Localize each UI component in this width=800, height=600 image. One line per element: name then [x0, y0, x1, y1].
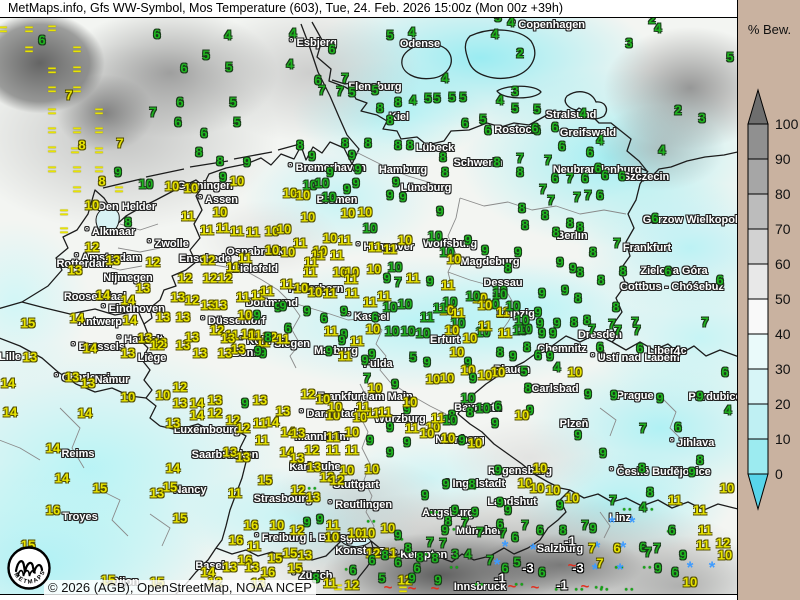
- title-bar: MetMaps.info, Gfs WW-Symbol, Mos Tempera…: [0, 0, 745, 18]
- svg-text:10: 10: [775, 431, 791, 447]
- bottom-strip: [0, 595, 737, 600]
- svg-text:80: 80: [775, 186, 791, 202]
- metmaps-weather-app: MetMaps.info, Gfs WW-Symbol, Mos Tempera…: [0, 0, 800, 600]
- cloud-cover-colorbar: 1009080706050403020100: [738, 0, 800, 600]
- page-title: MetMaps.info, Gfs WW-Symbol, Mos Tempera…: [8, 1, 563, 15]
- copyright-text: © 2026 (AGB), OpenStreetMap, NOAA NCEP: [44, 580, 316, 595]
- svg-text:30: 30: [775, 361, 791, 377]
- svg-text:70: 70: [775, 221, 791, 237]
- svg-text:50: 50: [775, 291, 791, 307]
- svg-text:100: 100: [775, 116, 799, 132]
- svg-text:40: 40: [775, 326, 791, 342]
- map-canvas[interactable]: [0, 18, 737, 595]
- svg-text:90: 90: [775, 151, 791, 167]
- svg-text:60: 60: [775, 256, 791, 272]
- legend-title: % Bew.: [738, 22, 800, 37]
- legend-sidebar: % Bew. 1009080706050403020100: [737, 0, 800, 600]
- metmaps-logo[interactable]: METMAPS: [6, 545, 52, 591]
- svg-text:20: 20: [775, 396, 791, 412]
- country-borders: [0, 18, 737, 594]
- svg-text:0: 0: [775, 466, 783, 482]
